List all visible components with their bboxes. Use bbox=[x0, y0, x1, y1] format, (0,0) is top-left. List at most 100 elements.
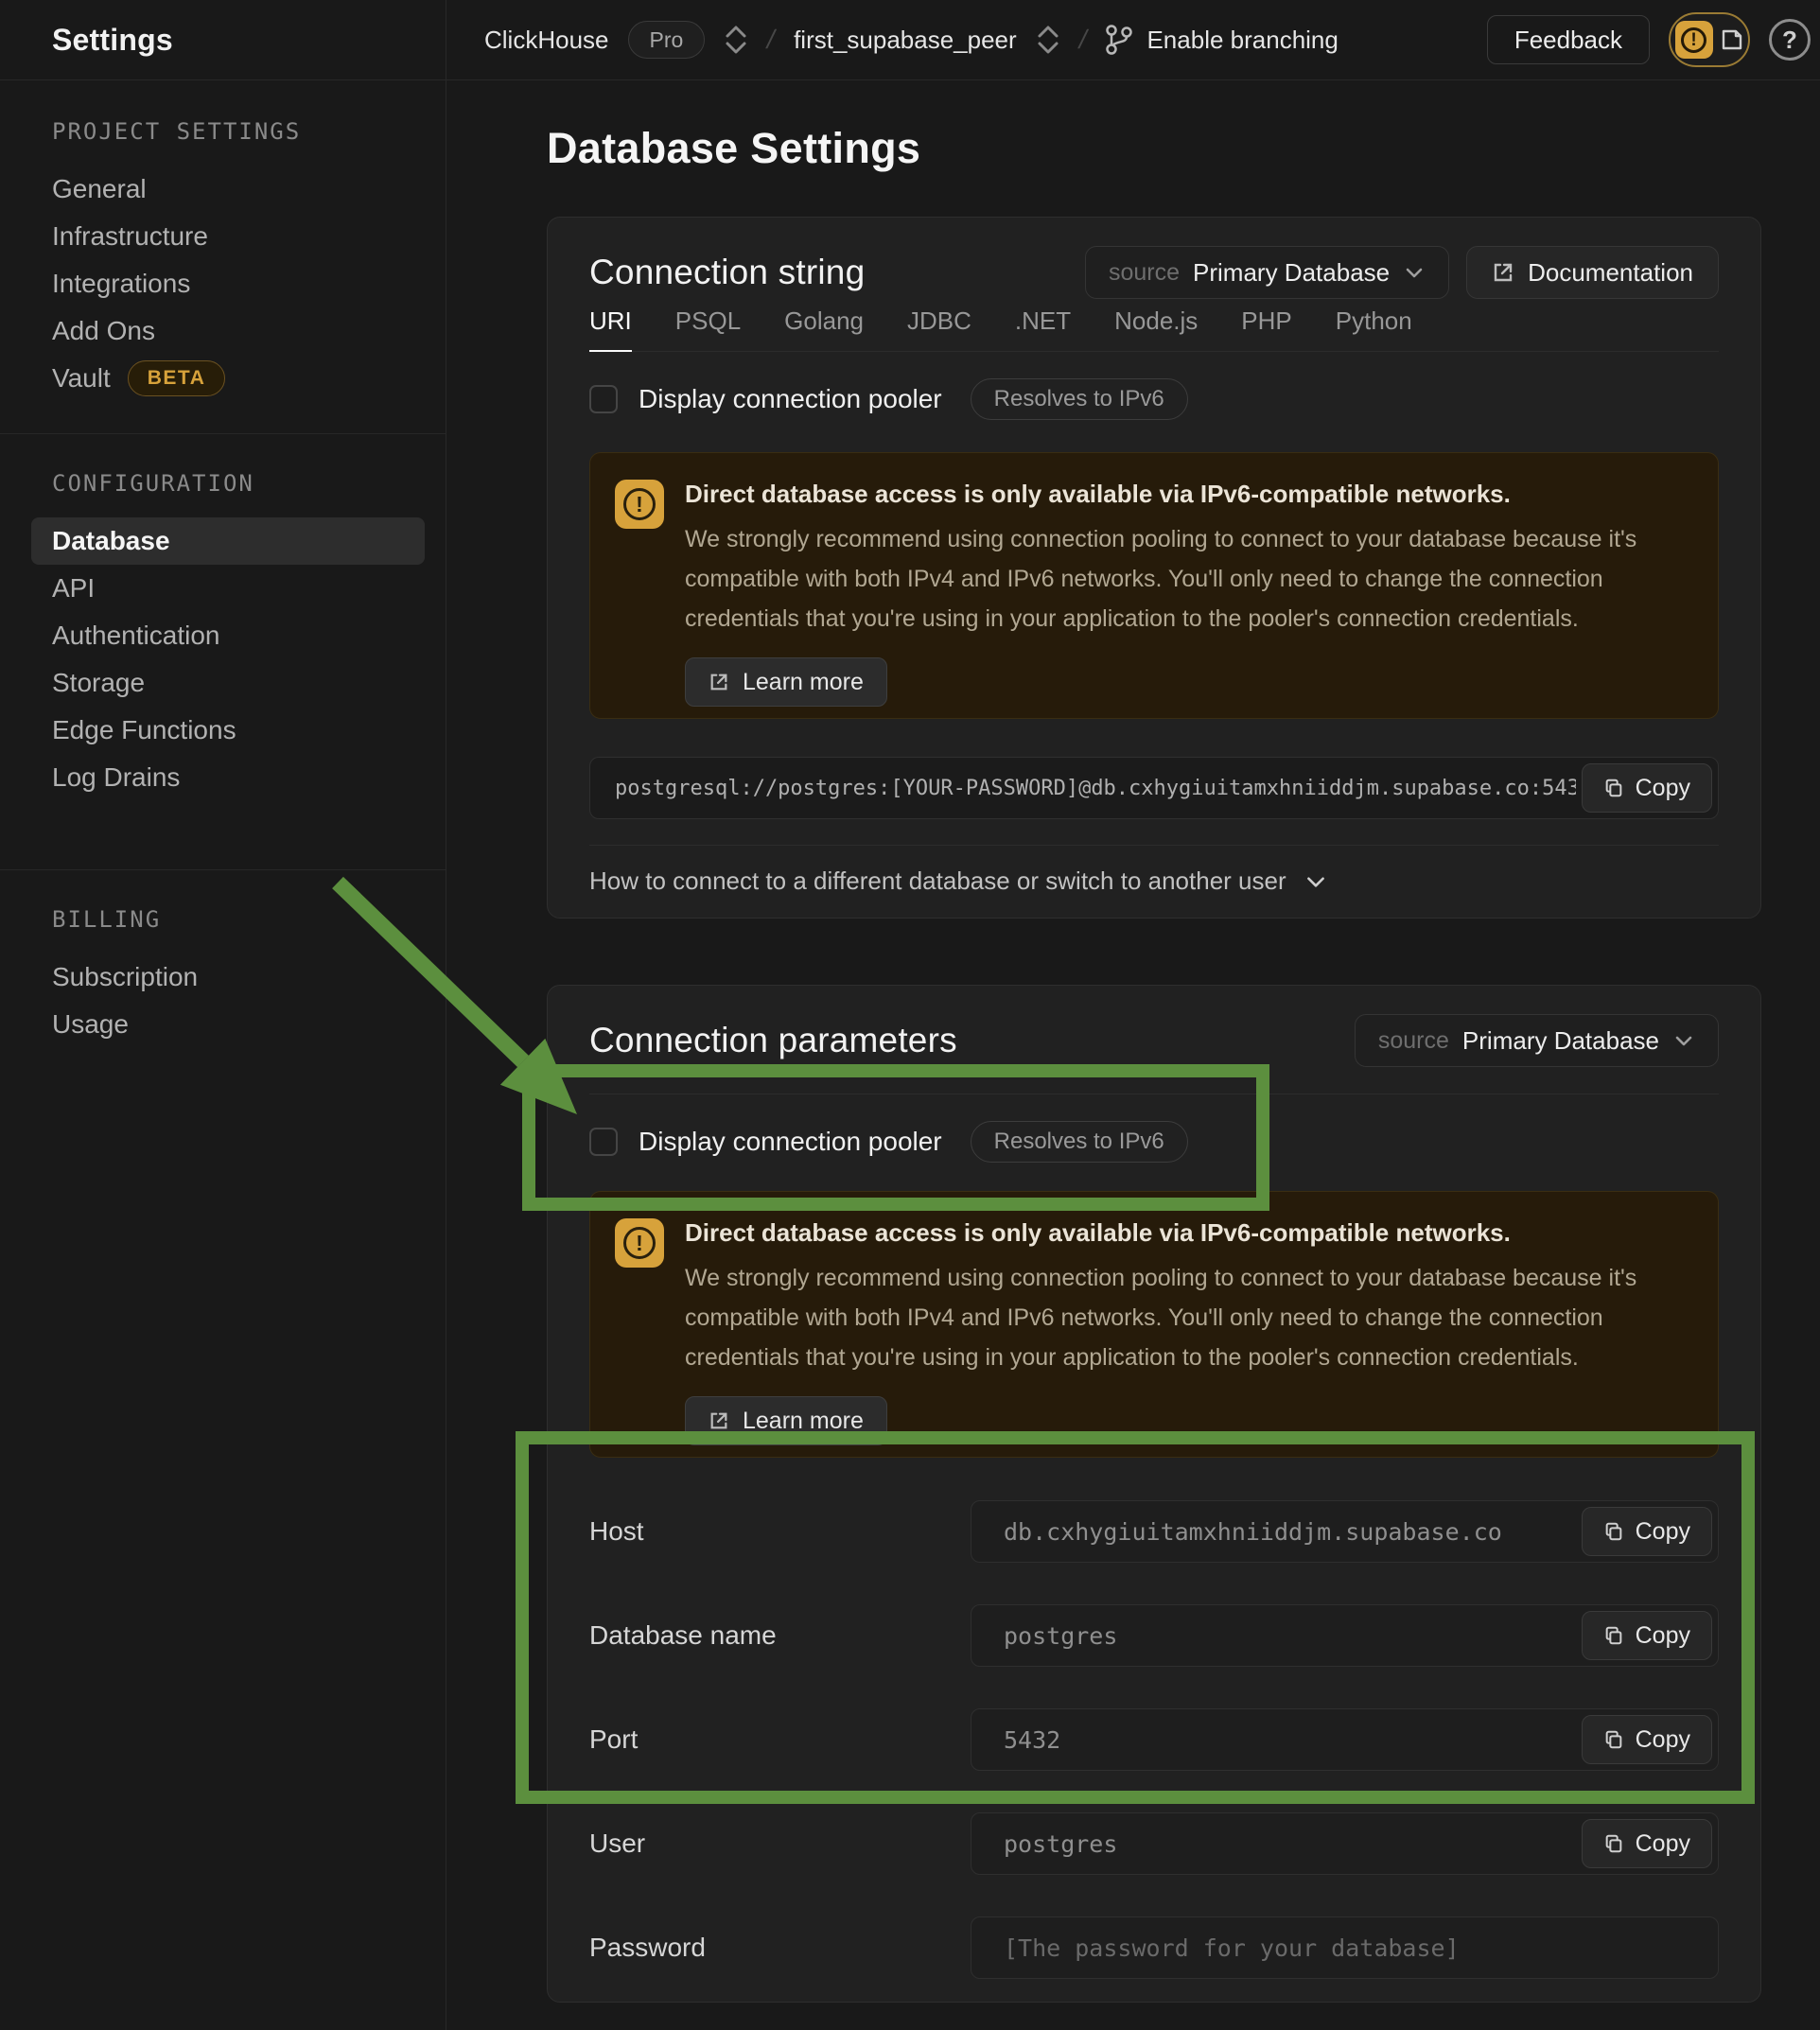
connection-parameters-card: Connection parameters source Primary Dat… bbox=[547, 985, 1761, 2003]
display-connection-pooler-label-2: Display connection pooler bbox=[639, 1127, 942, 1157]
breadcrumb-project[interactable]: first_supabase_peer bbox=[794, 26, 1017, 55]
enable-branching-label: Enable branching bbox=[1146, 26, 1338, 55]
source-selected-value: Primary Database bbox=[1462, 1026, 1659, 1056]
sidebar-section-project-settings: PROJECT SETTINGS bbox=[0, 118, 446, 145]
source-prefix-label: source bbox=[1109, 259, 1180, 287]
tab-uri[interactable]: URI bbox=[589, 306, 632, 351]
connection-string-tabs: URI PSQL Golang JDBC .NET Node.js PHP Py… bbox=[589, 306, 1719, 352]
connection-string-field: Copy bbox=[589, 757, 1719, 819]
copy-icon bbox=[1603, 1521, 1624, 1542]
tab-dotnet[interactable]: .NET bbox=[1015, 306, 1071, 351]
copy-icon bbox=[1603, 1833, 1624, 1854]
git-branch-icon bbox=[1105, 24, 1133, 56]
warning-alert-icon: ! bbox=[615, 480, 664, 529]
learn-more-button[interactable]: Learn more bbox=[685, 657, 887, 707]
copy-connection-string-button[interactable]: Copy bbox=[1582, 763, 1712, 813]
param-row-database-name: Database name Copy bbox=[589, 1604, 1719, 1667]
source-select-parameters[interactable]: source Primary Database bbox=[1355, 1014, 1719, 1067]
tab-golang[interactable]: Golang bbox=[784, 306, 864, 351]
copy-database-name-button[interactable]: Copy bbox=[1582, 1611, 1712, 1660]
connection-string-card: Connection string source Primary Databas… bbox=[547, 217, 1761, 919]
settings-sidebar: PROJECT SETTINGS General Infrastructure … bbox=[0, 80, 446, 2030]
connection-string-input[interactable] bbox=[590, 758, 1718, 818]
database-name-label: Database name bbox=[589, 1604, 971, 1667]
copy-label: Copy bbox=[1636, 1830, 1690, 1858]
param-row-password: Password bbox=[589, 1916, 1719, 1979]
copy-label: Copy bbox=[1636, 775, 1690, 802]
sidebar-item-add-ons[interactable]: Add Ons bbox=[0, 307, 446, 355]
copy-port-button[interactable]: Copy bbox=[1582, 1715, 1712, 1764]
copy-label: Copy bbox=[1636, 1726, 1690, 1754]
sidebar-item-api[interactable]: API bbox=[0, 565, 446, 612]
external-link-icon bbox=[709, 672, 729, 692]
source-select[interactable]: source Primary Database bbox=[1085, 246, 1449, 299]
breadcrumb: ClickHouse Pro / first_supabase_peer / E… bbox=[446, 21, 1339, 59]
display-connection-pooler-checkbox[interactable] bbox=[589, 385, 618, 413]
enable-branching-button[interactable]: Enable branching bbox=[1105, 24, 1338, 56]
tab-nodejs[interactable]: Node.js bbox=[1114, 306, 1198, 351]
help-icon[interactable]: ? bbox=[1769, 19, 1811, 61]
sidebar-item-vault[interactable]: Vault BETA bbox=[0, 355, 446, 402]
sidebar-item-infrastructure[interactable]: Infrastructure bbox=[0, 213, 446, 260]
plan-badge: Pro bbox=[628, 21, 706, 59]
tab-jdbc[interactable]: JDBC bbox=[907, 306, 971, 351]
copy-label: Copy bbox=[1636, 1518, 1690, 1546]
top-header: Settings ClickHouse Pro / first_supabase… bbox=[0, 0, 1820, 80]
tab-psql[interactable]: PSQL bbox=[675, 306, 741, 351]
sidebar-item-usage[interactable]: Usage bbox=[0, 1001, 446, 1048]
port-label: Port bbox=[589, 1708, 971, 1771]
tab-php[interactable]: PHP bbox=[1241, 306, 1291, 351]
copy-icon bbox=[1603, 1729, 1624, 1750]
sidebar-item-edge-functions[interactable]: Edge Functions bbox=[0, 707, 446, 754]
warning-body-line: compatible with both IPv4 and IPv6 netwo… bbox=[685, 559, 1636, 599]
sidebar-item-subscription[interactable]: Subscription bbox=[0, 954, 446, 1001]
external-link-icon bbox=[709, 1410, 729, 1431]
copy-host-button[interactable]: Copy bbox=[1582, 1507, 1712, 1556]
password-input[interactable] bbox=[971, 1917, 1718, 1978]
copy-icon bbox=[1603, 1625, 1624, 1646]
connection-parameters-title: Connection parameters bbox=[589, 1021, 957, 1060]
database-name-field: Copy bbox=[971, 1604, 1719, 1667]
port-field: Copy bbox=[971, 1708, 1719, 1771]
display-connection-pooler-checkbox-2[interactable] bbox=[589, 1128, 618, 1156]
sidebar-item-authentication[interactable]: Authentication bbox=[0, 612, 446, 659]
display-connection-pooler-label: Display connection pooler bbox=[639, 384, 942, 414]
org-selector-icon[interactable] bbox=[724, 25, 748, 55]
copy-icon bbox=[1603, 778, 1624, 798]
host-label: Host bbox=[589, 1500, 971, 1563]
sidebar-item-integrations[interactable]: Integrations bbox=[0, 260, 446, 307]
sidebar-item-log-drains[interactable]: Log Drains bbox=[0, 754, 446, 801]
how-to-connect-label: How to connect to a different database o… bbox=[589, 866, 1286, 896]
beta-badge: BETA bbox=[128, 360, 226, 396]
sidebar-divider bbox=[0, 433, 446, 434]
documentation-button[interactable]: Documentation bbox=[1466, 246, 1719, 299]
resolves-to-ipv6-badge: Resolves to IPv6 bbox=[971, 378, 1188, 420]
password-field bbox=[971, 1916, 1719, 1979]
project-selector-icon[interactable] bbox=[1036, 25, 1060, 55]
learn-more-button-2[interactable]: Learn more bbox=[685, 1396, 887, 1445]
sidebar-item-general[interactable]: General bbox=[0, 166, 446, 213]
sidebar-section-billing: BILLING bbox=[0, 906, 446, 933]
feedback-button[interactable]: Feedback bbox=[1487, 15, 1650, 64]
param-row-port: Port Copy bbox=[589, 1708, 1719, 1771]
chevron-down-icon bbox=[1672, 1029, 1695, 1052]
param-row-user: User Copy bbox=[589, 1812, 1719, 1875]
main-content: Database Settings Connection string sour… bbox=[446, 80, 1820, 2030]
external-link-icon bbox=[1492, 261, 1514, 284]
billing-doc-icon bbox=[1720, 27, 1744, 52]
param-row-host: Host Copy bbox=[589, 1500, 1719, 1563]
org-alert-icon: ! bbox=[1675, 21, 1713, 59]
host-field: Copy bbox=[971, 1500, 1719, 1563]
copy-user-button[interactable]: Copy bbox=[1582, 1819, 1712, 1868]
user-label: User bbox=[589, 1812, 971, 1875]
tab-python[interactable]: Python bbox=[1336, 306, 1412, 351]
breadcrumb-separator-2: / bbox=[1076, 25, 1090, 55]
sidebar-item-database[interactable]: Database bbox=[31, 517, 425, 565]
how-to-connect-toggle[interactable]: How to connect to a different database o… bbox=[589, 845, 1719, 917]
org-alert-pill[interactable]: ! bbox=[1669, 12, 1750, 67]
sidebar-item-storage[interactable]: Storage bbox=[0, 659, 446, 707]
source-selected-value: Primary Database bbox=[1193, 258, 1390, 288]
warning-body-line: compatible with both IPv4 and IPv6 netwo… bbox=[685, 1298, 1636, 1338]
breadcrumb-org[interactable]: ClickHouse bbox=[484, 26, 609, 55]
sidebar-section-configuration: CONFIGURATION bbox=[0, 470, 446, 497]
